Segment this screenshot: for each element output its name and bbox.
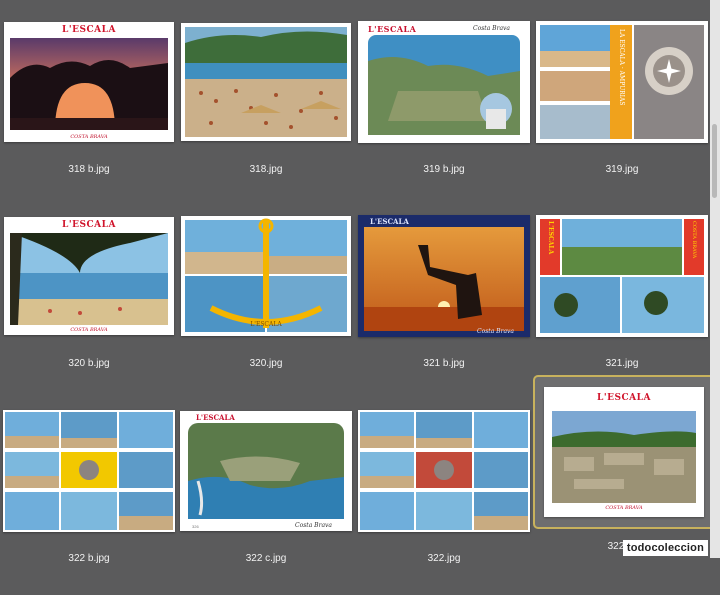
postcard-brand: L'ESCALA [62,25,116,35]
postcard-torch-statue: L'ESCALA Costa Brava [358,215,530,337]
postcard-sunset-arch: L'ESCALA COSTA BRAVA [4,22,174,142]
thumbnail-image[interactable]: L'ESCALA [0,12,178,152]
postcard-mosaic: LA ESCALA · AMPURIAS [536,21,708,143]
file-name: 318 b.jpg [68,164,110,175]
thumbnail-grid: L'ESCALA COSTA BRAVA 318 b.jpg 318.jpg L… [0,0,715,564]
thumbnail-image[interactable] [0,401,178,541]
file-name: 322 b.jpg [68,553,110,564]
thumbnail-item[interactable]: L'ESCALA Costa Brava 321 b.jpg [355,206,533,400]
thumbnail-item[interactable]: 322.jpg [355,401,533,595]
file-name: 321.jpg [605,358,639,369]
postcard-ruins: L'ESCALA COSTA BRAVA [544,387,704,517]
file-name: 320.jpg [249,358,283,369]
postcard-grid-collage [3,410,175,532]
thumbnail-item[interactable]: LA ESCALA · AMPURIAS 319.jpg [533,12,711,206]
postcard-beach-crowd [181,23,351,141]
thumbnail-image[interactable]: L'ESCALA COSTA BRAVA [533,375,715,529]
thumbnail-image[interactable] [177,12,355,152]
thumbnail-image[interactable]: L'ESCALA Costa Brava [355,206,533,346]
file-name: 319.jpg [605,164,639,175]
thumbnail-item[interactable]: L'ESCALA COSTA BRAVA 318 b.jpg [0,12,178,206]
file-name: 318.jpg [249,164,283,175]
file-name: 319 b.jpg [423,164,465,175]
thumbnail-image[interactable] [355,401,533,541]
thumbnail-item[interactable]: L'ESCALA 320.jpg [177,206,355,400]
thumbnail-image[interactable]: L'ESCALA COSTA BRAVA [0,206,178,346]
file-name: 320 b.jpg [68,358,110,369]
scrollbar-thumb[interactable] [712,124,717,198]
postcard-pine-bay: L'ESCALA COSTA BRAVA [4,217,174,335]
postcard-aerial-coast: L'ESCALA Costa Brava 326 [180,411,352,531]
postcard-grid-collage-2 [358,410,530,532]
thumbnail-item[interactable]: L'ESCALA Costa Brava 319 b.jpg [355,12,533,206]
postcard-aerial-view: L'ESCALA Costa Brava [358,21,530,143]
postcard-anchor-collage: L'ESCALA [181,216,351,336]
thumbnail-item[interactable]: 322 b.jpg [0,401,178,595]
thumbnail-image[interactable]: L'ESCALA COSTA BRAVA [533,206,711,346]
postcard-coast-collage: L'ESCALA COSTA BRAVA [536,215,708,337]
thumbnail-item[interactable]: L'ESCALA COSTA BRAVA 321.jpg [533,206,711,400]
thumbnail-item[interactable]: L'ESCALA COSTA BRAVA 320 b.jpg [0,206,178,400]
file-name: 322 c.jpg [245,553,287,564]
thumbnail-image[interactable]: L'ESCALA Costa Brava [355,12,533,152]
file-name: 321 b.jpg [423,358,465,369]
watermark: todocoleccion [622,540,708,556]
thumbnail-item[interactable]: L'ESCALA Costa Brava 326 322 c.jpg [177,401,355,595]
thumbnail-image[interactable]: LA ESCALA · AMPURIAS [533,12,711,152]
thumbnail-item[interactable]: 318.jpg [177,12,355,206]
file-name: 322.jpg [427,553,461,564]
thumbnail-image[interactable]: L'ESCALA [177,206,355,346]
thumbnail-image[interactable]: L'ESCALA Costa Brava 326 [177,401,355,541]
vertical-scrollbar[interactable] [710,0,720,558]
